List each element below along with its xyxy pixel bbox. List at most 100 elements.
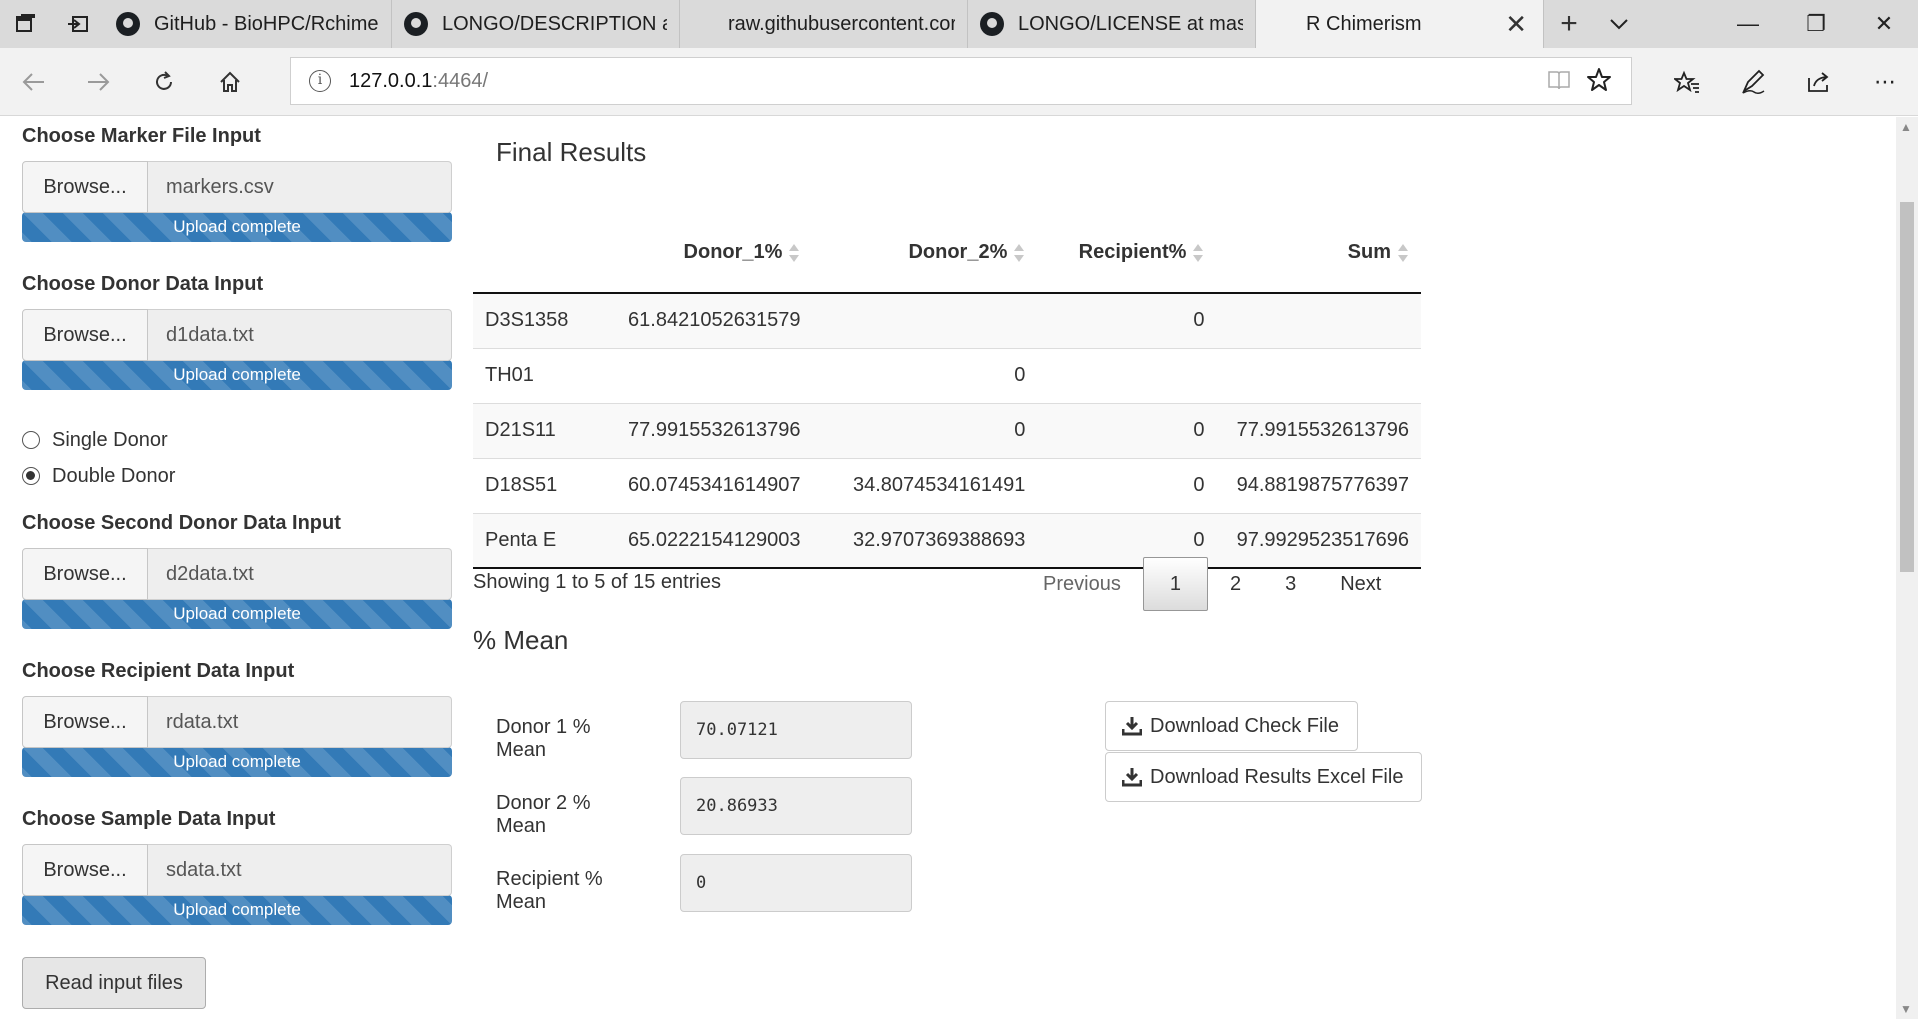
forward-arrow-icon[interactable] <box>80 64 116 100</box>
more-menu-icon[interactable]: ⋯ <box>1852 64 1918 100</box>
read-input-files-button[interactable]: Read input files <box>22 957 206 1009</box>
donor-type-radio-group: Single Donor Double Donor <box>22 422 175 494</box>
set-aside-tabs-icon[interactable] <box>52 0 104 48</box>
page-scrollbar[interactable]: ▲ ▼ <box>1896 117 1918 1019</box>
favorite-star-icon[interactable] <box>1585 66 1613 99</box>
table-row: TH01 0 <box>473 347 1421 403</box>
donor1-mean-field[interactable]: 70.07121 <box>680 701 912 759</box>
browse-button[interactable]: Browse... <box>22 161 148 213</box>
file-name-field[interactable]: d2data.txt <box>148 548 452 600</box>
recipient-mean-field[interactable]: 0 <box>680 854 912 912</box>
browse-button[interactable]: Browse... <box>22 309 148 361</box>
minimize-icon[interactable]: — <box>1714 0 1782 48</box>
previous-page-button[interactable]: Previous <box>1021 557 1143 611</box>
radio-single-donor[interactable]: Single Donor <box>22 422 175 458</box>
donor1-mean-label: Donor 1 % Mean <box>496 716 591 761</box>
scrollbar-thumb[interactable] <box>1900 202 1914 572</box>
address-bar[interactable]: i 127.0.0.1:4464/ <box>290 57 1632 105</box>
table-cell: 0 <box>812 402 1038 458</box>
favorites-hub-icon[interactable] <box>1654 64 1720 100</box>
column-header-sum[interactable]: Sum <box>1216 213 1421 294</box>
column-header-donor2[interactable]: Donor_2% <box>812 213 1038 294</box>
sort-icon <box>1013 243 1025 263</box>
column-header-label: Donor_1% <box>683 241 783 263</box>
download-check-label: Download Check File <box>1150 714 1339 737</box>
donor2-mean-label: Donor 2 % Mean <box>496 792 591 837</box>
column-header-recipient[interactable]: Recipient% <box>1037 213 1217 294</box>
donor2-mean-field[interactable]: 20.86933 <box>680 777 912 835</box>
next-page-button[interactable]: Next <box>1318 557 1403 611</box>
table-cell: 65.0222154129003 <box>597 512 813 569</box>
browser-tab[interactable]: GitHub - BioHPC/Rchimeri <box>104 0 392 48</box>
table-cell: D21S11 <box>473 402 598 458</box>
column-header-marker[interactable] <box>473 213 598 294</box>
scroll-up-arrow-icon[interactable]: ▲ <box>1900 120 1912 134</box>
table-cell: 77.9915532613796 <box>597 402 813 458</box>
file-picker: Browse... sdata.txt <box>22 844 452 896</box>
browse-button[interactable]: Browse... <box>22 548 148 600</box>
radio-button[interactable] <box>22 431 40 449</box>
refresh-icon[interactable] <box>146 64 182 100</box>
download-excel-button[interactable]: Download Results Excel File <box>1105 752 1423 802</box>
download-check-file-button[interactable]: Download Check File <box>1105 701 1358 751</box>
page-button-1[interactable]: 1 <box>1142 557 1208 611</box>
radio-button-selected[interactable] <box>22 467 40 485</box>
share-icon[interactable] <box>1786 64 1852 100</box>
page-content: Choose Marker File Input Browse... marke… <box>0 117 1896 1019</box>
browse-button[interactable]: Browse... <box>22 844 148 896</box>
scroll-down-arrow-icon[interactable]: ▼ <box>1900 1002 1912 1016</box>
page-button-2[interactable]: 2 <box>1208 557 1263 611</box>
file-name-field[interactable]: d1data.txt <box>148 309 452 361</box>
file-picker: Browse... d1data.txt <box>22 309 452 361</box>
tab-actions-icon[interactable] <box>0 0 52 48</box>
sample-data-input-group: Choose Sample Data Input Browse... sdata… <box>22 808 452 925</box>
table-row: D18S51 60.0745341614907 34.8074534161491… <box>473 457 1421 513</box>
file-name-field[interactable]: sdata.txt <box>148 844 452 896</box>
file-picker: Browse... rdata.txt <box>22 696 452 748</box>
browser-tab[interactable]: raw.githubusercontent.cor <box>680 0 968 48</box>
page-button-3[interactable]: 3 <box>1263 557 1318 611</box>
browse-button[interactable]: Browse... <box>22 696 148 748</box>
browser-tab[interactable]: LONGO/LICENSE at maste <box>968 0 1256 48</box>
restore-icon[interactable]: ❐ <box>1782 0 1850 48</box>
table-cell <box>597 347 813 403</box>
mean-section-title: % Mean <box>473 625 569 655</box>
radio-double-donor[interactable]: Double Donor <box>22 458 175 494</box>
field-label: Choose Recipient Data Input <box>22 660 295 682</box>
file-name-field[interactable]: rdata.txt <box>148 696 452 748</box>
marker-file-input-group: Choose Marker File Input Browse... marke… <box>22 125 452 242</box>
file-picker: Browse... markers.csv <box>22 161 452 213</box>
browser-tab[interactable]: LONGO/DESCRIPTION at r <box>392 0 680 48</box>
table-row: D3S1358 61.8421052631579 0 <box>473 292 1421 348</box>
info-icon[interactable]: i <box>309 70 331 92</box>
sort-icon <box>1192 243 1204 263</box>
close-window-icon[interactable]: ✕ <box>1850 0 1918 48</box>
upload-progress-bar: Upload complete <box>22 895 452 925</box>
close-tab-icon[interactable]: ✕ <box>1505 11 1527 37</box>
reading-view-icon[interactable] <box>1547 69 1571 96</box>
field-label: Choose Second Donor Data Input <box>22 512 341 534</box>
file-name-field[interactable]: markers.csv <box>148 161 452 213</box>
table-cell: 0 <box>1037 402 1217 458</box>
chevron-down-icon[interactable] <box>1594 0 1644 48</box>
recipient-mean-label: Recipient % Mean <box>496 868 603 913</box>
table-cell: 77.9915532613796 <box>1216 402 1421 458</box>
new-tab-icon[interactable]: + <box>1544 0 1594 48</box>
tab-bar: GitHub - BioHPC/Rchimeri LONGO/DESCRIPTI… <box>0 0 1918 48</box>
back-arrow-icon[interactable] <box>16 64 52 100</box>
active-browser-tab[interactable]: R Chimerism ✕ <box>1256 0 1544 48</box>
table-cell: 61.8421052631579 <box>597 292 813 348</box>
upload-progress-bar: Upload complete <box>22 212 452 242</box>
pen-icon[interactable] <box>1720 64 1786 100</box>
url-text[interactable]: 127.0.0.1:4464/ <box>349 70 488 93</box>
file-picker: Browse... d2data.txt <box>22 548 452 600</box>
column-header-donor1[interactable]: Donor_1% <box>597 213 813 294</box>
field-label: Choose Marker File Input <box>22 125 261 147</box>
table-cell: TH01 <box>473 347 598 403</box>
home-icon[interactable] <box>212 64 248 100</box>
table-cell <box>1037 347 1217 403</box>
field-label: Choose Donor Data Input <box>22 273 264 295</box>
table-cell: 0 <box>1037 292 1217 348</box>
donor-data-input-group: Choose Donor Data Input Browse... d1data… <box>22 273 452 390</box>
radio-label: Double Donor <box>52 464 176 487</box>
